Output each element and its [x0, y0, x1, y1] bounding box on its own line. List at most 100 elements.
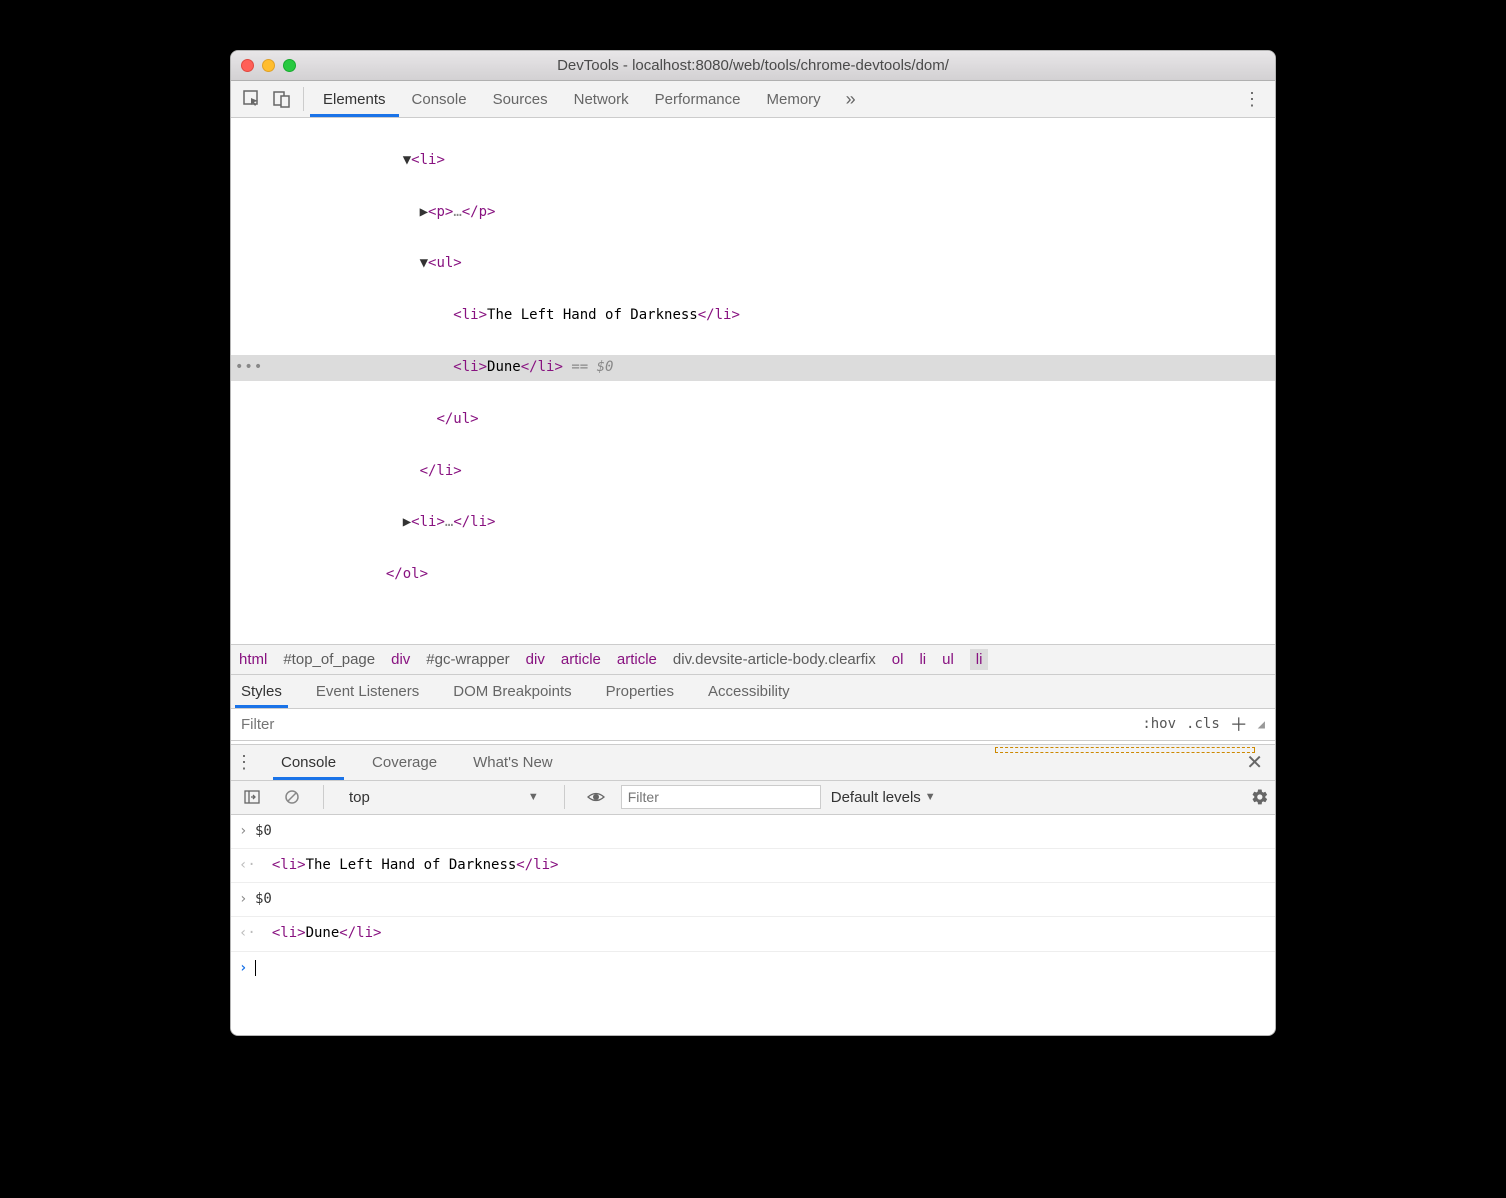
clear-console-icon[interactable] — [277, 782, 307, 812]
tab-elements[interactable]: Elements — [310, 81, 399, 117]
out-text: Dune — [306, 925, 340, 941]
dom-tag[interactable]: <li> — [411, 152, 445, 168]
subtab-accessibility[interactable]: Accessibility — [702, 675, 796, 708]
dom-tag: </p> — [462, 204, 496, 220]
levels-label: Default levels — [831, 789, 921, 806]
console-prompt-row[interactable]: › — [231, 952, 1275, 985]
dom-ellipsis[interactable]: … — [453, 204, 461, 220]
dom-tag[interactable]: <li> — [453, 359, 487, 375]
console-toolbar: top ▼ Default levels ▼ — [231, 781, 1275, 815]
drawer-tab-coverage[interactable]: Coverage — [364, 745, 445, 780]
output-chevron-icon: ‹· — [239, 853, 255, 878]
context-name: top — [349, 789, 370, 806]
main-menu-kebab-icon[interactable]: ⋮ — [1235, 89, 1269, 110]
dom-tree[interactable]: ▼<li> ▶<p>…</p> ▼<ul> <li>The Left Hand … — [231, 118, 1275, 644]
console-settings-gear-icon[interactable] — [1251, 788, 1269, 806]
output-chevron-icon: ‹· — [239, 921, 255, 946]
dropdown-triangle-icon: ▼ — [925, 791, 936, 803]
more-tabs-chevron-icon[interactable]: » — [834, 89, 868, 110]
console-filter-input[interactable] — [621, 785, 821, 809]
main-toolbar: Elements Console Sources Network Perform… — [231, 81, 1275, 118]
resize-corner-icon[interactable]: ◢ — [1258, 717, 1265, 731]
panel-tabs: Elements Console Sources Network Perform… — [310, 81, 868, 117]
tab-console[interactable]: Console — [399, 81, 480, 117]
hov-toggle[interactable]: :hov — [1142, 716, 1176, 732]
separator — [323, 785, 324, 809]
crumb[interactable]: ol — [892, 651, 904, 668]
crumb[interactable]: article — [561, 651, 601, 668]
dom-tag: </li> — [521, 359, 563, 375]
out-tag: <li> — [272, 925, 306, 941]
traffic-lights — [241, 59, 296, 72]
console-input-text: $0 — [255, 887, 272, 912]
subtab-event-listeners[interactable]: Event Listeners — [310, 675, 425, 708]
console-input-text: $0 — [255, 819, 272, 844]
subtab-dom-breakpoints[interactable]: DOM Breakpoints — [447, 675, 577, 708]
inspect-element-icon[interactable] — [237, 84, 267, 114]
console-input-row[interactable]: › $0 — [231, 815, 1275, 849]
elements-subtabs: Styles Event Listeners DOM Breakpoints P… — [231, 675, 1275, 709]
subtab-styles[interactable]: Styles — [235, 675, 288, 708]
crumb[interactable]: li — [919, 651, 926, 668]
dom-text[interactable]: Dune — [487, 359, 521, 375]
styles-filter-input[interactable] — [231, 709, 1132, 740]
gutter-dots-icon[interactable]: ••• — [235, 355, 263, 381]
tab-memory[interactable]: Memory — [754, 81, 834, 117]
dom-tag[interactable]: <ul> — [428, 255, 462, 271]
dom-selected-row[interactable]: ••• <li>Dune</li> == $0 — [231, 355, 1275, 381]
dom-tag[interactable]: <p> — [428, 204, 453, 220]
out-tag: </li> — [339, 925, 381, 941]
dom-tag: </li> — [698, 307, 740, 323]
element-style-placeholder — [995, 747, 1255, 753]
drawer-tab-whatsnew[interactable]: What's New — [465, 745, 561, 780]
new-style-rule-icon[interactable]: ＋ — [1230, 711, 1248, 737]
prompt-chevron-icon: › — [239, 956, 255, 981]
dom-tag[interactable]: <li> — [453, 307, 487, 323]
minimize-window-button[interactable] — [262, 59, 275, 72]
dom-tag: </li> — [453, 514, 495, 530]
console-output-row[interactable]: ‹· <li>Dune</li> — [231, 917, 1275, 951]
tab-performance[interactable]: Performance — [642, 81, 754, 117]
device-toggle-icon[interactable] — [267, 84, 297, 114]
drawer-tab-console[interactable]: Console — [273, 745, 344, 780]
out-tag: <li> — [272, 857, 306, 873]
close-drawer-icon[interactable]: ✕ — [1238, 750, 1271, 775]
text-caret — [255, 960, 256, 976]
crumb[interactable]: #top_of_page — [283, 651, 375, 668]
dropdown-triangle-icon: ▼ — [528, 791, 539, 803]
context-selector[interactable]: top ▼ — [340, 786, 548, 809]
close-window-button[interactable] — [241, 59, 254, 72]
console-sidebar-toggle-icon[interactable] — [237, 782, 267, 812]
input-chevron-icon: › — [239, 819, 255, 844]
console-input-row[interactable]: › $0 — [231, 883, 1275, 917]
crumb-current[interactable]: li — [970, 649, 989, 670]
drawer-menu-kebab-icon[interactable]: ⋮ — [235, 752, 253, 773]
tab-sources[interactable]: Sources — [480, 81, 561, 117]
out-tag: </li> — [516, 857, 558, 873]
cls-toggle[interactable]: .cls — [1186, 716, 1220, 732]
tab-network[interactable]: Network — [561, 81, 642, 117]
crumb[interactable]: div — [526, 651, 545, 668]
console-output-row[interactable]: ‹· <li>The Left Hand of Darkness</li> — [231, 849, 1275, 883]
toolbar-separator — [303, 87, 304, 111]
log-levels-selector[interactable]: Default levels ▼ — [831, 789, 936, 806]
devtools-window: DevTools - localhost:8080/web/tools/chro… — [230, 50, 1276, 1036]
crumb[interactable]: div.devsite-article-body.clearfix — [673, 651, 876, 668]
dom-text[interactable]: The Left Hand of Darkness — [487, 307, 698, 323]
crumb[interactable]: ul — [942, 651, 954, 668]
console-body[interactable]: › $0 ‹· <li>The Left Hand of Darkness</l… — [231, 815, 1275, 1035]
crumb[interactable]: article — [617, 651, 657, 668]
breadcrumbs: html #top_of_page div #gc-wrapper div ar… — [231, 644, 1275, 675]
zoom-window-button[interactable] — [283, 59, 296, 72]
crumb[interactable]: #gc-wrapper — [426, 651, 509, 668]
dom-tag[interactable]: <li> — [411, 514, 445, 530]
live-expression-eye-icon[interactable] — [581, 782, 611, 812]
crumb[interactable]: div — [391, 651, 410, 668]
subtab-properties[interactable]: Properties — [600, 675, 680, 708]
crumb[interactable]: html — [239, 651, 267, 668]
titlebar: DevTools - localhost:8080/web/tools/chro… — [231, 51, 1275, 81]
input-chevron-icon: › — [239, 887, 255, 912]
window-title: DevTools - localhost:8080/web/tools/chro… — [241, 57, 1265, 74]
dom-dollar0: == $0 — [563, 359, 614, 375]
dom-tag: </li> — [420, 463, 462, 479]
